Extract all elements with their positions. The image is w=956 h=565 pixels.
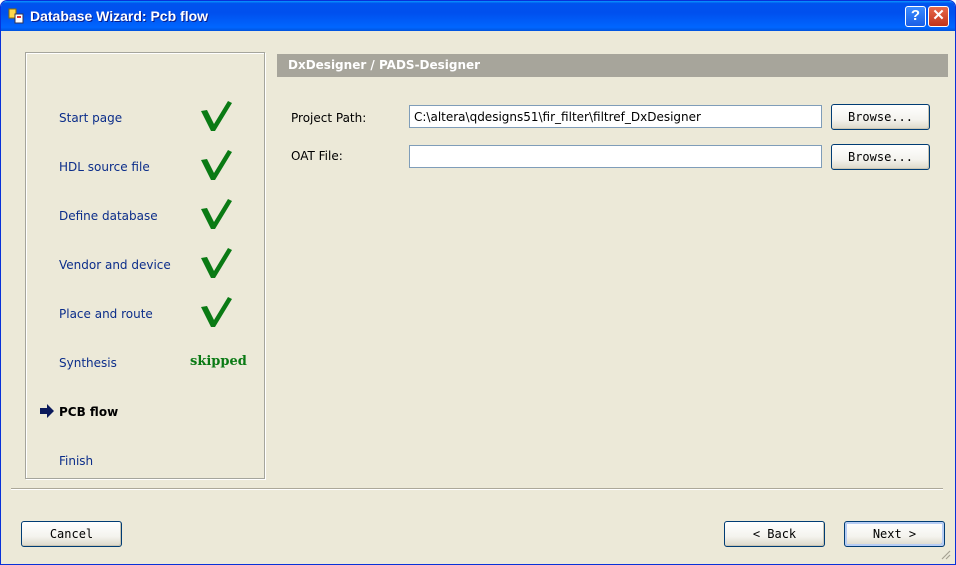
step-place-and-route: Place and route [26,295,264,331]
step-start-page: Start page [26,99,264,135]
oat-file-label: OAT File: [291,149,343,163]
green-check-icon [201,150,232,180]
green-check-icon [201,101,232,131]
back-button[interactable]: < Back [724,521,825,547]
green-check-icon [201,199,232,229]
skipped-status: skipped [190,354,247,369]
step-label: Vendor and device [59,258,171,272]
resize-grip-icon[interactable] [939,548,951,560]
browse-project-path-button[interactable]: Browse... [831,104,930,130]
title-bar[interactable]: Database Wizard: Pcb flow ? ✕ [1,1,955,31]
step-label: Define database [59,209,158,223]
step-synthesis: Synthesis skipped [26,344,264,380]
dialog-body: Start page HDL source file Define databa… [5,31,951,560]
green-check-icon [201,248,232,278]
step-label: Synthesis [59,356,117,370]
step-pcb-flow: PCB flow [26,393,264,429]
browse-oat-file-button[interactable]: Browse... [831,144,930,170]
step-label: Place and route [59,307,153,321]
footer-divider [11,488,943,490]
step-finish: Finish [26,442,264,478]
step-vendor-and-device: Vendor and device [26,246,264,282]
step-label: Start page [59,111,123,125]
oat-file-input[interactable] [409,145,822,168]
right-arrow-icon [40,404,54,418]
project-path-input[interactable] [409,105,822,128]
step-hdl-source-file: HDL source file [26,148,264,184]
step-define-database: Define database [26,197,264,233]
step-label: Finish [59,454,94,468]
window-title: Database Wizard: Pcb flow [30,8,209,24]
cancel-button[interactable]: Cancel [21,521,122,547]
close-button[interactable]: ✕ [928,6,949,27]
database-wizard-window: Database Wizard: Pcb flow ? ✕ Start page… [0,0,956,565]
wizard-app-icon [8,8,24,24]
next-button[interactable]: Next > [844,521,945,547]
wizard-steps-panel: Start page HDL source file Define databa… [25,52,265,479]
step-label: PCB flow [59,405,119,419]
project-path-label: Project Path: [291,111,367,125]
step-label: HDL source file [59,160,150,174]
section-header: DxDesigner / PADS-Designer [277,54,948,77]
help-button[interactable]: ? [905,6,926,27]
green-check-icon [201,297,232,327]
